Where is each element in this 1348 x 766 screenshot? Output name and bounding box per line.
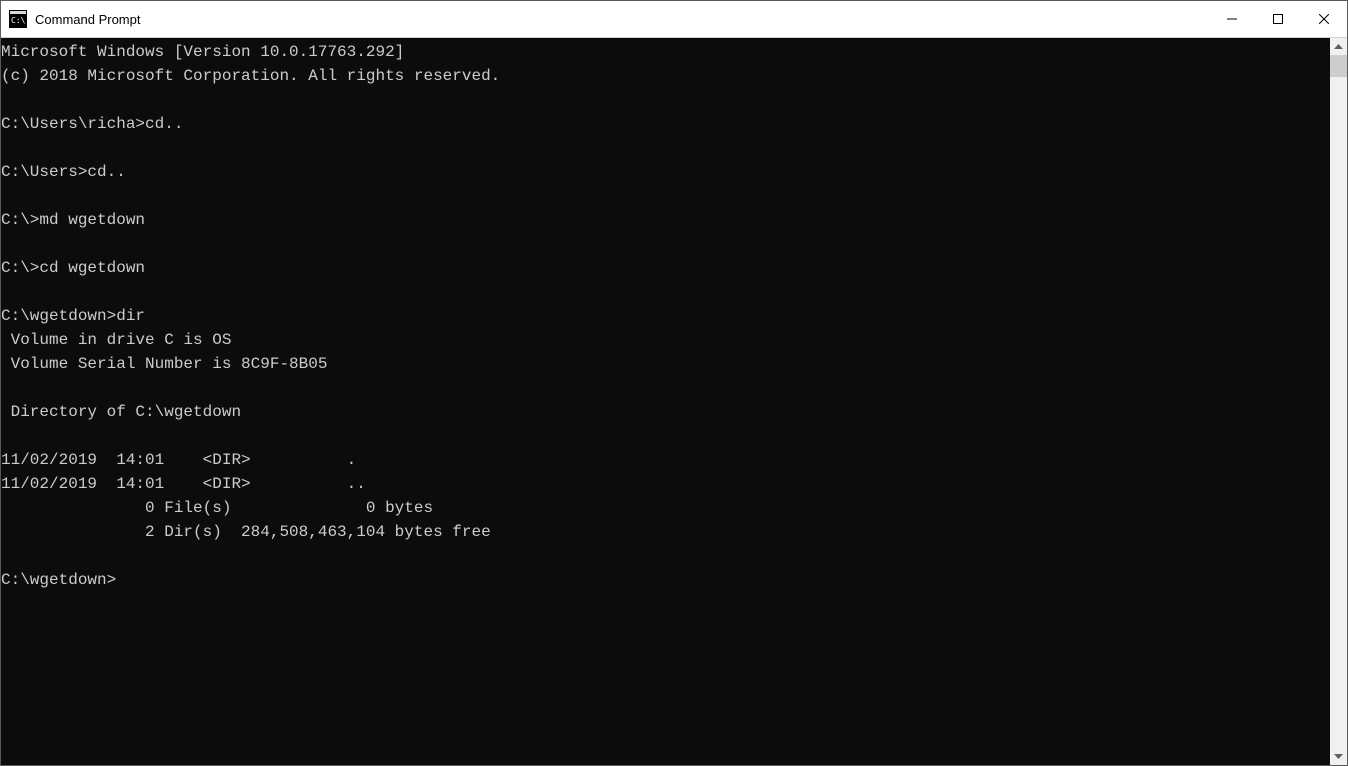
terminal-text: Microsoft Windows [Version 10.0.17763.29…: [1, 38, 1330, 592]
titlebar[interactable]: C:\ Command Prompt: [1, 1, 1347, 37]
maximize-button[interactable]: [1255, 1, 1301, 37]
svg-text:C:\: C:\: [11, 16, 26, 25]
terminal-output[interactable]: Microsoft Windows [Version 10.0.17763.29…: [1, 38, 1330, 765]
window-title: Command Prompt: [35, 12, 140, 27]
close-button[interactable]: [1301, 1, 1347, 37]
window-controls: [1209, 1, 1347, 37]
command-prompt-window: C:\ Command Prompt Microsoft Windows [Ve…: [0, 0, 1348, 766]
vertical-scrollbar[interactable]: [1330, 38, 1347, 765]
scroll-down-button[interactable]: [1330, 748, 1347, 765]
scroll-up-button[interactable]: [1330, 38, 1347, 55]
content-area: Microsoft Windows [Version 10.0.17763.29…: [1, 37, 1347, 765]
scrollbar-thumb[interactable]: [1330, 55, 1347, 77]
scrollbar-track[interactable]: [1330, 55, 1347, 748]
cmd-icon: C:\: [9, 10, 27, 28]
minimize-button[interactable]: [1209, 1, 1255, 37]
